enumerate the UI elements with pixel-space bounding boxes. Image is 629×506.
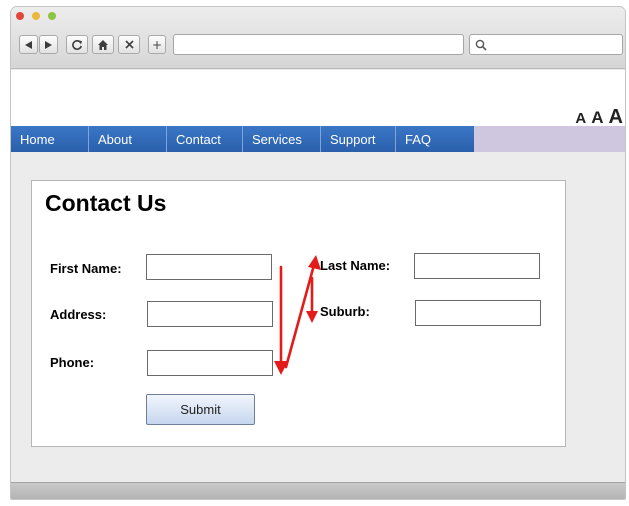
maximize-window-button[interactable] <box>48 12 56 20</box>
web-page: A A A Home About Contact Services Suppor… <box>11 70 625 484</box>
page-header: A A A <box>11 70 625 128</box>
menu-item-services[interactable]: Services <box>243 126 321 152</box>
reload-icon <box>72 39 82 50</box>
main-menu: Home About Contact Services Support FAQ <box>11 126 474 152</box>
font-size-medium-button[interactable]: A <box>591 108 603 128</box>
menu-item-contact[interactable]: Contact <box>167 126 243 152</box>
new-tab-button[interactable]: + <box>148 35 166 54</box>
search-icon <box>475 39 487 51</box>
home-icon <box>98 39 108 50</box>
menu-item-faq[interactable]: FAQ <box>396 126 474 152</box>
plus-icon: + <box>151 37 163 52</box>
menu-item-support[interactable]: Support <box>321 126 396 152</box>
browser-search-field[interactable] <box>469 34 623 55</box>
close-icon <box>124 40 134 49</box>
font-size-small-button[interactable]: A <box>575 110 586 127</box>
forward-arrow-icon <box>45 40 52 49</box>
tab-order-arrowhead-short <box>306 311 318 323</box>
menu-filler <box>474 126 625 152</box>
contact-form: Contact Us First Name: Last Name: Addres… <box>31 180 566 447</box>
forward-button[interactable] <box>39 35 58 54</box>
minimize-window-button[interactable] <box>32 12 40 20</box>
home-button[interactable] <box>92 35 114 54</box>
close-window-button[interactable] <box>16 12 24 20</box>
back-arrow-icon <box>25 40 32 49</box>
tab-order-arrowhead-up <box>308 255 321 270</box>
browser-toolbar: + <box>11 7 625 69</box>
status-bar <box>11 482 625 499</box>
address-bar[interactable] <box>173 34 464 55</box>
stop-button[interactable] <box>118 35 140 54</box>
tab-order-arrows <box>274 255 321 375</box>
menu-item-about[interactable]: About <box>89 126 167 152</box>
menu-item-home[interactable]: Home <box>11 126 89 152</box>
browser-window: + A A A Home About Contact Services Supp… <box>10 6 626 500</box>
reload-button[interactable] <box>66 35 88 54</box>
back-button[interactable] <box>19 35 38 54</box>
